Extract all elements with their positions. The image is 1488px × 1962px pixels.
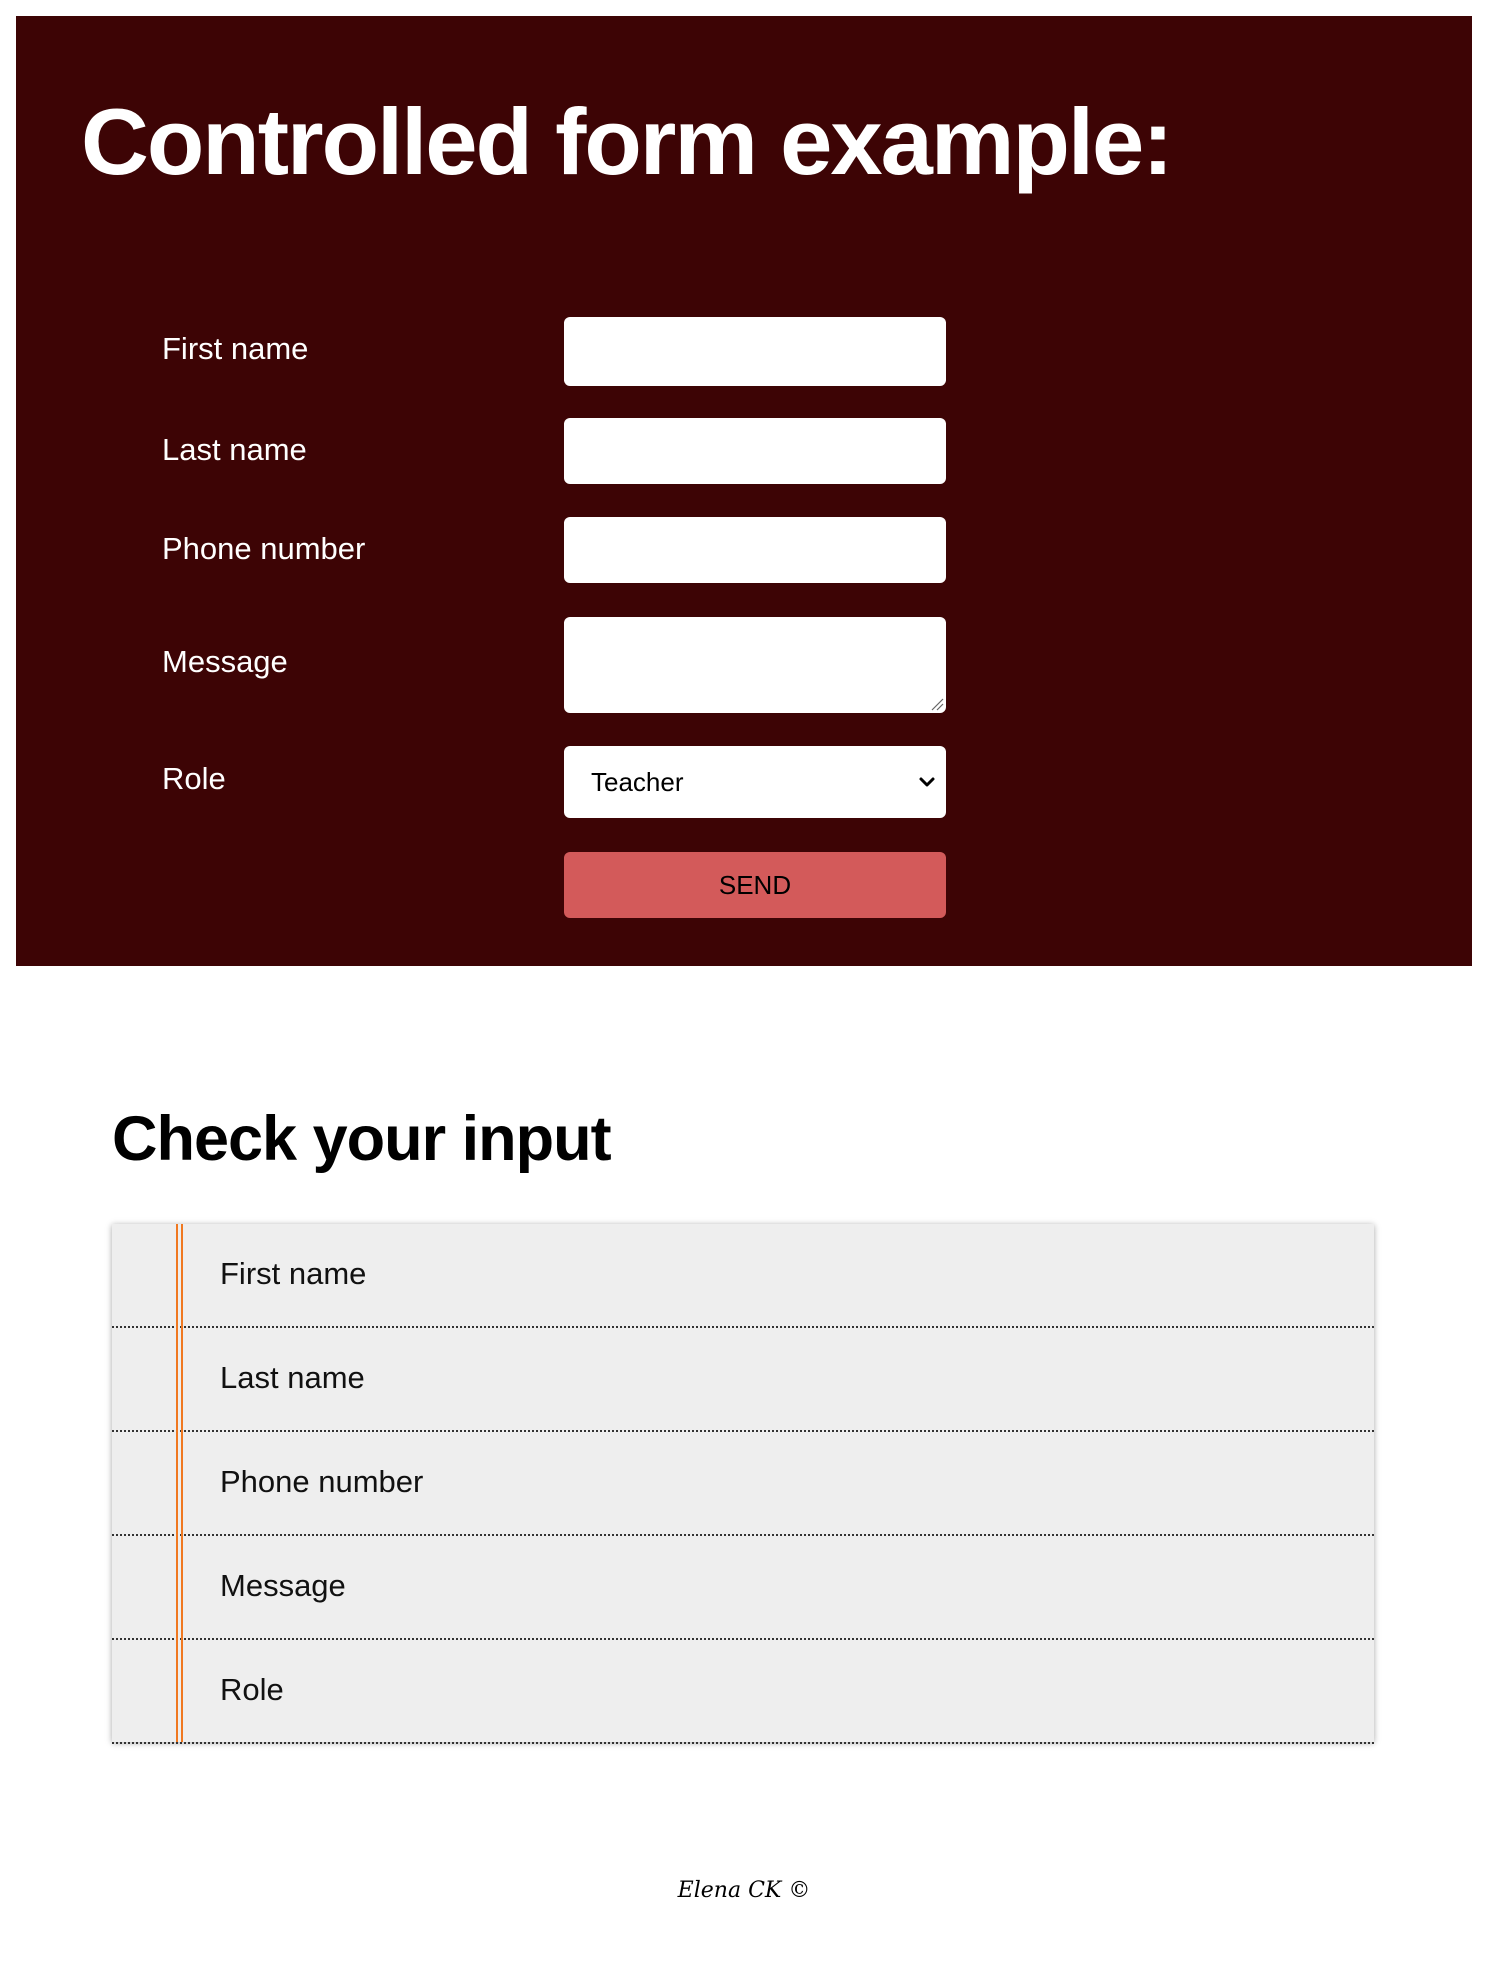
check-row-label: Message [220,1568,346,1603]
last-name-input[interactable] [564,418,946,484]
form-panel: Controlled form example: First name Last… [16,16,1472,966]
check-title: Check your input [112,1104,612,1174]
check-row-label: First name [220,1256,367,1291]
check-row-label: Last name [220,1360,365,1395]
check-row-message: Message [112,1536,1374,1640]
form-title: Controlled form example: [81,89,1174,194]
message-label: Message [162,644,288,679]
check-row-phone-number: Phone number [112,1432,1374,1536]
chevron-down-icon [919,777,935,787]
message-textarea[interactable] [564,617,946,713]
notebook-margin-line [176,1224,183,1742]
first-name-input[interactable] [564,317,946,386]
send-button[interactable]: SEND [564,852,946,918]
role-selected-value: Teacher [591,766,684,797]
check-row-label: Role [220,1672,284,1707]
role-select[interactable]: Teacher [564,746,946,818]
check-row-role: Role [112,1640,1374,1744]
phone-number-label: Phone number [162,531,366,566]
phone-number-input[interactable] [564,517,946,583]
footer-signature: Elena CK © [677,1878,811,1903]
check-row-label: Phone number [220,1464,424,1499]
resize-handle-icon[interactable] [930,697,944,711]
check-row-last-name: Last name [112,1328,1374,1432]
check-row-first-name: First name [112,1224,1374,1328]
role-label: Role [162,761,226,796]
last-name-label: Last name [162,432,307,467]
check-list: First name Last name Phone number Messag… [112,1224,1374,1744]
first-name-label: First name [162,331,309,366]
